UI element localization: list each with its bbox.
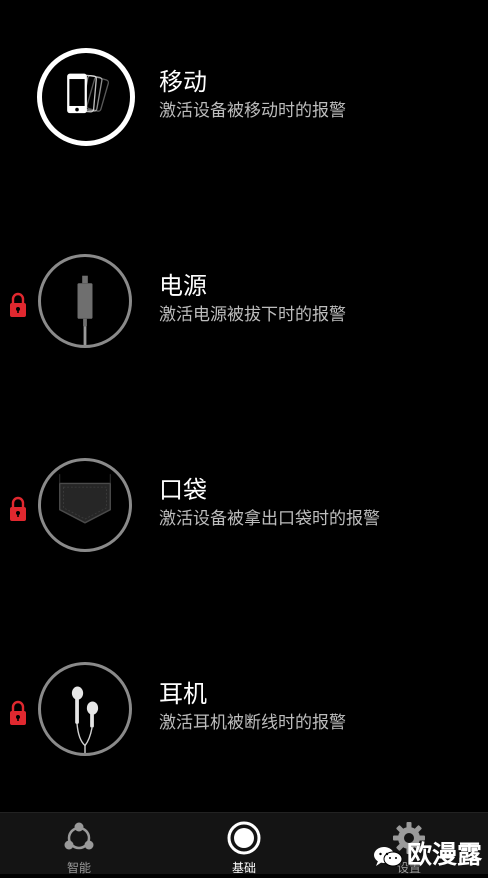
share-nodes-icon [62, 821, 96, 855]
pocket-icon[interactable] [38, 458, 132, 552]
alarm-title: 口袋 [159, 476, 207, 504]
alarm-title: 电源 [159, 272, 207, 300]
wechat-icon [373, 844, 403, 868]
alarm-description: 激活耳机被断线时的报警 [159, 713, 346, 733]
lock-icon [8, 496, 28, 522]
alarm-title: 移动 [159, 68, 207, 96]
alarm-row-motion[interactable]: 移动 激活设备被移动时的报警 [0, 48, 488, 158]
alarm-screen: 移动 激活设备被移动时的报警 电源 激活电源被拔下时的报警 口袋 激活设备被拿出… [0, 0, 488, 875]
alarm-row-earphone[interactable]: 耳机 激活耳机被断线时的报警 [0, 660, 488, 770]
tab-basic[interactable]: 基础 [184, 813, 304, 875]
lock-icon [8, 292, 28, 318]
power-cable-icon[interactable] [38, 254, 132, 348]
alarm-title: 耳机 [159, 680, 207, 708]
record-circle-icon [227, 821, 261, 855]
alarm-description: 激活设备被移动时的报警 [159, 101, 346, 121]
alarm-description: 激活电源被拔下时的报警 [159, 305, 346, 325]
alarm-row-power[interactable]: 电源 激活电源被拔下时的报警 [0, 252, 488, 362]
tab-label: 基础 [231, 861, 256, 875]
watermark-text: 欧漫露 [406, 840, 482, 869]
alarm-description: 激活设备被拿出口袋时的报警 [159, 509, 380, 529]
phone-motion-icon[interactable] [37, 48, 135, 146]
tab-smart[interactable]: 智能 [19, 813, 139, 875]
earphone-icon[interactable] [38, 662, 132, 756]
tab-label: 智能 [66, 861, 91, 875]
watermark: 欧漫露 [373, 838, 482, 872]
alarm-row-pocket[interactable]: 口袋 激活设备被拿出口袋时的报警 [0, 456, 488, 566]
lock-icon [8, 700, 28, 726]
